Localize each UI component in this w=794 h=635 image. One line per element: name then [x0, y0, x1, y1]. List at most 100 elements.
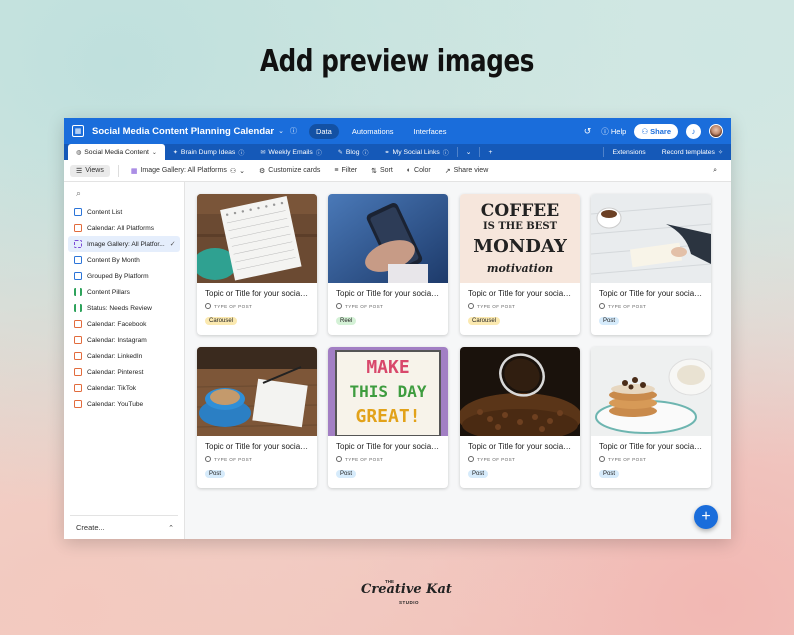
- calendar-icon: [74, 320, 82, 328]
- record-templates-button[interactable]: Record templates ✧: [654, 144, 731, 160]
- search-icon[interactable]: ⌕: [707, 165, 723, 177]
- current-view-button[interactable]: ▦ Image Gallery: All Platforms ⚇ ⌄: [125, 165, 251, 177]
- sidebar-item-content-by-month[interactable]: Content By Month: [64, 252, 184, 268]
- people-icon: ⚇: [229, 167, 237, 175]
- sort-button[interactable]: ⇅ Sort: [365, 165, 399, 177]
- tab-label: Brain Dump Ideas: [180, 148, 236, 156]
- field-icon: [468, 456, 474, 462]
- sidebar-item-calendar-facebook[interactable]: Calendar: Facebook: [64, 316, 184, 332]
- type-pill: Post: [599, 470, 620, 478]
- sidebar-item-label: Calendar: Facebook: [87, 320, 147, 328]
- gallery-card[interactable]: MAKE THIS DAY GREAT! Topic or Title for …: [328, 347, 448, 488]
- sidebar-item-content-list[interactable]: Content List: [64, 204, 184, 220]
- sidebar-item-content-pillars[interactable]: Content Pillars: [64, 284, 184, 300]
- history-icon[interactable]: ↺: [584, 126, 592, 137]
- color-button[interactable]: ◐ Color: [401, 165, 437, 176]
- sidebar-item-calendar-all[interactable]: Calendar: All Platforms: [64, 220, 184, 236]
- nav-tab-interfaces[interactable]: Interfaces: [407, 124, 454, 139]
- card-title: Topic or Title for your social media pos…: [336, 442, 448, 451]
- calendar-icon: [74, 368, 82, 376]
- filter-label: Filter: [341, 167, 358, 174]
- info-icon[interactable]: ⓘ: [290, 126, 297, 136]
- chevron-down-icon[interactable]: ⌄: [278, 127, 284, 135]
- nav-tab-data[interactable]: Data: [309, 123, 339, 139]
- base-title[interactable]: Social Media Content Planning Calendar: [92, 126, 274, 137]
- card-field-label: TYPE OF POST: [591, 451, 711, 462]
- card-image: [460, 347, 580, 436]
- gallery-card[interactable]: COFFEE IS THE BEST MONDAY motivation Top…: [460, 194, 580, 335]
- avatar[interactable]: [709, 124, 723, 138]
- kanban-icon: [74, 304, 82, 312]
- gallery-card[interactable]: Topic or Title for your social media pos…: [197, 347, 317, 488]
- sidebar-item-image-gallery[interactable]: Image Gallery: All Platfor... ✓: [68, 236, 180, 252]
- field-icon: [205, 303, 211, 309]
- field-label-text: TYPE OF POST: [214, 303, 253, 309]
- check-icon: ✓: [169, 241, 176, 248]
- filter-button[interactable]: ≡ Filter: [328, 165, 363, 176]
- sort-label: Sort: [379, 167, 393, 174]
- sidebar-item-calendar-linkedin[interactable]: Calendar: LinkedIn: [64, 348, 184, 364]
- help-button[interactable]: ⓘ Help: [601, 126, 626, 137]
- top-bar: ▦ Social Media Content Planning Calendar…: [64, 118, 731, 144]
- type-pill: Reel: [336, 317, 357, 325]
- lightbox-text: MAKE: [366, 357, 409, 378]
- lightbox-text: THIS DAY: [349, 382, 426, 401]
- more-tabs-chevron-icon[interactable]: ⌄: [458, 144, 480, 160]
- sidebar-item-status-needs-review[interactable]: Status: Needs Review: [64, 300, 184, 316]
- views-button[interactable]: ☰ Views: [70, 164, 110, 177]
- card-image: [328, 194, 448, 283]
- type-pill: Post: [468, 470, 489, 478]
- field-icon: [468, 303, 474, 309]
- customize-cards-button[interactable]: ⚙ Customize cards: [253, 165, 326, 177]
- coffee-sign-text: COFFEE: [481, 201, 559, 221]
- sidebar-item-label: Content Pillars: [87, 288, 130, 296]
- tab-weekly-emails[interactable]: ✉ Weekly Emails ⓘ: [252, 144, 330, 160]
- tab-social-media-content[interactable]: ◍ Social Media Content ⌄: [68, 144, 165, 160]
- share-view-button[interactable]: ↗ Share view: [439, 165, 495, 177]
- field-label-text: TYPE OF POST: [214, 456, 253, 462]
- bell-icon[interactable]: ♪: [686, 123, 701, 139]
- field-icon: [599, 456, 605, 462]
- gallery-card[interactable]: Topic or Title for your social media pos…: [328, 194, 448, 335]
- views-label: Views: [85, 167, 104, 174]
- card-title: Topic or Title for your social media pos…: [336, 289, 448, 298]
- sidebar-item-calendar-tiktok[interactable]: Calendar: TikTok: [64, 380, 184, 396]
- extensions-button[interactable]: Extensions: [604, 144, 653, 160]
- card-title: Topic or Title for your social media pos…: [599, 442, 711, 451]
- page-headline: Add preview images: [260, 44, 534, 79]
- card-title: Topic or Title for your social media pos…: [205, 442, 317, 451]
- link-icon: ⚭: [384, 149, 390, 156]
- sidebar-item-grouped-by-platform[interactable]: Grouped By Platform: [64, 268, 184, 284]
- chevron-down-icon: ⌄: [151, 149, 157, 156]
- gallery-card[interactable]: Topic or Title for your social media pos…: [591, 347, 711, 488]
- add-table-icon[interactable]: +: [480, 144, 500, 160]
- info-icon: ⓘ: [362, 150, 369, 157]
- gallery-card[interactable]: Topic or Title for your social media pos…: [591, 194, 711, 335]
- envelope-icon: ✉: [260, 149, 266, 156]
- nav-tab-automations[interactable]: Automations: [345, 124, 401, 139]
- filter-icon: ≡: [334, 167, 339, 174]
- gallery-icon: [74, 240, 82, 248]
- base-icon[interactable]: ▦: [72, 125, 84, 137]
- sidebar-item-calendar-youtube[interactable]: Calendar: YouTube: [64, 396, 184, 412]
- tab-my-social-links[interactable]: ⚭ My Social Links ⓘ: [377, 144, 457, 160]
- views-sidebar: ⌕ Content List Calendar: All Platforms I…: [64, 182, 185, 539]
- sidebar-item-label: Calendar: Instagram: [87, 336, 147, 344]
- sort-icon: ⇅: [371, 167, 377, 175]
- tab-brain-dump-ideas[interactable]: ✦ Brain Dump Ideas ⓘ: [165, 144, 252, 160]
- sidebar-item-calendar-instagram[interactable]: Calendar: Instagram: [64, 332, 184, 348]
- sidebar-item-calendar-pinterest[interactable]: Calendar: Pinterest: [64, 364, 184, 380]
- sidebar-item-label: Status: Needs Review: [87, 304, 152, 312]
- color-label: Color: [414, 167, 431, 174]
- type-pill: Carousel: [205, 317, 238, 325]
- card-field-label: TYPE OF POST: [328, 451, 448, 462]
- gallery-card[interactable]: Topic or Title for your social media pos…: [197, 194, 317, 335]
- tab-blog[interactable]: ✎ Blog ⓘ: [330, 144, 377, 160]
- field-label-text: TYPE OF POST: [608, 456, 647, 462]
- sidebar-item-label: Calendar: All Platforms: [87, 224, 155, 232]
- sidebar-search-icon[interactable]: ⌕: [64, 182, 184, 204]
- create-view-button[interactable]: Create... ⌃: [70, 515, 178, 539]
- share-button[interactable]: ⚇ Share: [634, 123, 678, 139]
- add-record-button[interactable]: +: [694, 505, 718, 529]
- gallery-card[interactable]: Topic or Title for your social media pos…: [460, 347, 580, 488]
